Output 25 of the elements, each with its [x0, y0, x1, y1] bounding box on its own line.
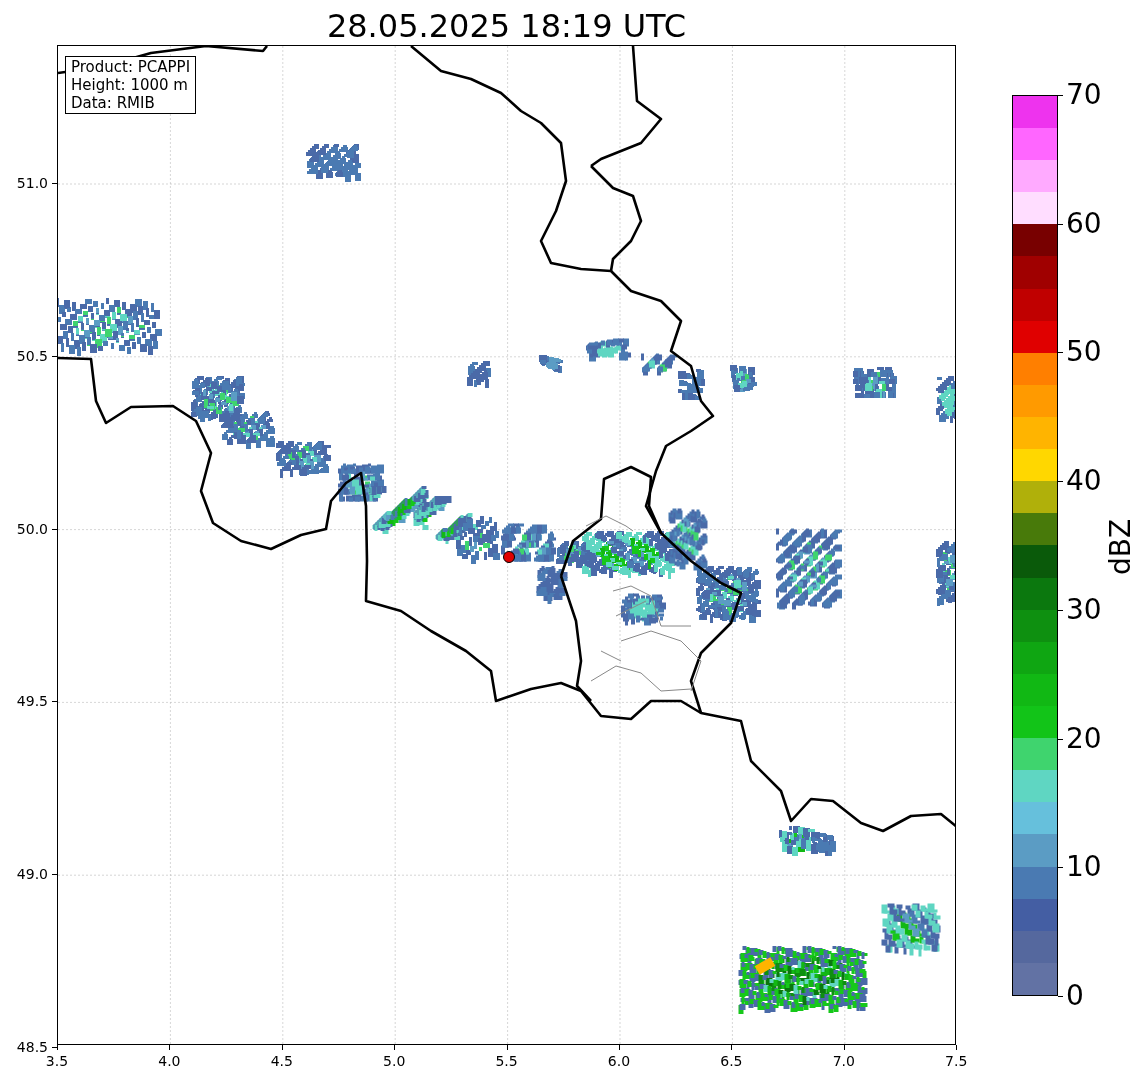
colorbar-tick-label: 60: [1066, 207, 1102, 240]
colorbar-tick-label: 30: [1066, 593, 1102, 626]
y-axis-tick-label: 50.5: [15, 346, 48, 365]
colorbar-tick-label: 70: [1066, 79, 1102, 111]
chart-title: 28.05.2025 18:19 UTC: [325, 6, 688, 46]
x-axis-tick-label: 6.5: [719, 1052, 744, 1070]
colorbar-label: dBZ: [1105, 517, 1137, 578]
x-axis-tick-label: 4.0: [157, 1052, 182, 1070]
x-axis-tick-label: 7.0: [831, 1052, 856, 1070]
x-axis-tick-label: 4.5: [269, 1052, 294, 1070]
colorbar-tick-label: 20: [1066, 722, 1102, 755]
y-axis-tick-label: 50.0: [15, 519, 48, 538]
x-axis-tick-label: 5.5: [494, 1052, 519, 1070]
colorbar-tick-label: 50: [1066, 336, 1102, 369]
colorbar-tick-label: 40: [1066, 465, 1102, 498]
x-axis-tick-label: 5.0: [382, 1052, 407, 1070]
x-axis-tick-label: 6.0: [606, 1052, 632, 1070]
y-axis-tick-label: 49.0: [15, 865, 48, 884]
x-axis-tick-label: 7.5: [944, 1052, 969, 1070]
y-axis-tick-label: 51.0: [15, 174, 48, 192]
colorbar-tick-label: 0: [1066, 980, 1084, 1012]
info-box: Product: PCAPPI Height: 1000 m Data: RMIB: [65, 56, 197, 114]
colorbar-tick-label: 10: [1066, 851, 1102, 884]
radar-site-marker: [503, 551, 515, 563]
y-axis-tick-label: 49.5: [15, 692, 48, 711]
